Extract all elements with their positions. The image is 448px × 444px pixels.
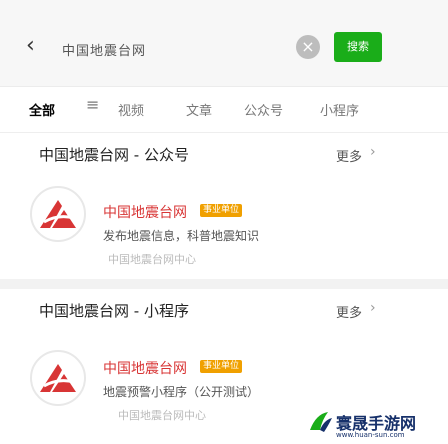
search-input[interactable]: 中国地震台网 [62,40,146,59]
verified-badge: 事业单位 [200,204,243,217]
clear-icon[interactable]: × [296,35,320,59]
watermark-url: www.huan-sun.com [336,431,405,439]
mini-program-description: 地震预警小程序（公开测试） [103,385,260,399]
tab-official-accounts[interactable]: 公众号 [244,100,283,119]
divider [0,279,448,289]
back-arrow-icon[interactable]: ‹ [26,35,35,57]
account-name[interactable]: 中国地震台网 [103,202,187,222]
section-title: 中国地震台网 - 小程序 [39,302,189,320]
tab-video[interactable]: 视频 [118,100,144,119]
tab-all[interactable]: 全部 [29,100,55,119]
mini-program-owner: 中国地震台网中心 [118,409,206,422]
watermark-logo-icon [310,412,332,432]
tab-bar: 全部 视频 文章 公众号 小程序 [0,86,448,133]
section-title: 中国地震台网 - 公众号 [39,146,189,164]
search-button[interactable]: 搜索 [334,32,382,62]
tab-mini-programs[interactable]: 小程序 [320,100,359,119]
filter-icon[interactable]: ≡ [86,95,99,114]
tab-articles[interactable]: 文章 [186,100,212,119]
more-link[interactable]: 更多 [336,146,362,165]
account-description: 发布地震信息，科普地震知识 [103,229,260,243]
chevron-right-icon[interactable]: › [370,144,376,160]
search-bar: ‹ 中国地震台网 × 搜索 [0,0,448,87]
account-owner: 中国地震台网中心 [108,253,196,266]
more-link[interactable]: 更多 [336,302,362,321]
logo[interactable] [30,186,86,242]
verified-badge: 事业单位 [200,360,243,373]
logo[interactable] [30,350,86,406]
chevron-right-icon[interactable]: › [370,300,376,316]
mini-program-name[interactable]: 中国地震台网 [103,358,187,378]
section-official-account: 中国地震台网 - 公众号 更多 › 中国地震台网 事业单位 发布地震信息，科普地… [0,132,448,280]
